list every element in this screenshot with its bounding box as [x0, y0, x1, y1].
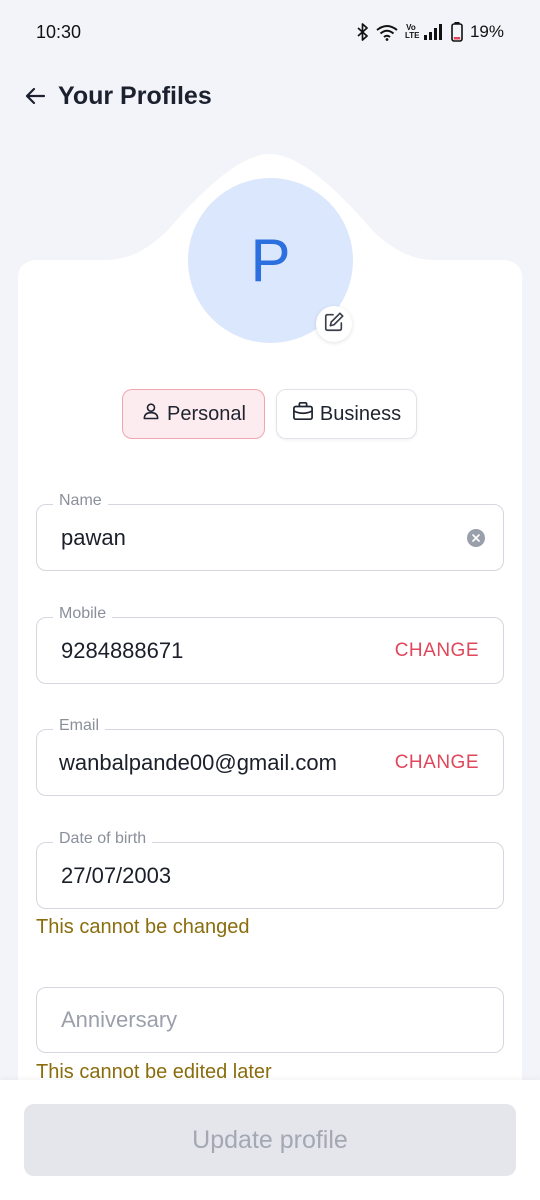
clear-icon[interactable]: [467, 528, 485, 547]
tab-personal-label: Personal: [167, 402, 246, 425]
page-title: Your Profiles: [58, 81, 212, 110]
anniversary-placeholder: Anniversary: [61, 1007, 178, 1032]
profile-type-tabs: Personal Business: [0, 389, 540, 439]
tab-business-label: Business: [319, 402, 402, 425]
status-icons: Vo LTE 19%: [357, 22, 504, 42]
email-label: Email: [53, 717, 106, 735]
header: Your Profiles: [0, 72, 540, 120]
bottom-bar: Update profile: [0, 1080, 540, 1200]
mobile-label: Mobile: [53, 605, 113, 623]
status-time: 10:30: [36, 21, 82, 42]
mobile-value: 9284888671: [61, 637, 184, 663]
signal-icon: [423, 24, 444, 40]
volte-icon: Vo LTE: [404, 23, 420, 40]
dob-helper-text: This cannot be changed: [36, 916, 250, 938]
dob-field: Date of birth 27/07/2003: [36, 830, 504, 909]
bluetooth-icon: [357, 23, 369, 41]
user-icon: [141, 401, 161, 427]
name-field[interactable]: Name pawan: [36, 492, 504, 571]
tab-personal[interactable]: Personal: [122, 389, 265, 439]
avatar-letter: P: [250, 227, 291, 294]
dob-value: 27/07/2003: [61, 862, 172, 888]
battery-icon: [451, 22, 463, 42]
battery-percent: 19%: [469, 22, 504, 41]
update-profile-button[interactable]: Update profile: [24, 1104, 516, 1176]
name-value: pawan: [61, 524, 126, 550]
wifi-icon: [376, 24, 398, 41]
status-bar: 10:30 Vo LTE 19%: [0, 0, 540, 64]
email-value: wanbalpande00@gmail.com: [59, 749, 337, 775]
edit-icon: [323, 311, 345, 338]
anniversary-field[interactable]: Anniversary: [36, 987, 504, 1053]
email-field[interactable]: Email wanbalpande00@gmail.com CHANGE: [36, 717, 504, 796]
dob-label: Date of birth: [53, 830, 153, 848]
avatar-edit-button[interactable]: [316, 306, 352, 342]
arrow-left-icon[interactable]: [20, 81, 50, 111]
briefcase-icon: [292, 401, 314, 427]
change-mobile-button[interactable]: CHANGE: [395, 640, 479, 662]
mobile-field[interactable]: Mobile 9284888671 CHANGE: [36, 605, 504, 684]
name-label: Name: [53, 492, 108, 510]
change-email-button[interactable]: CHANGE: [395, 752, 479, 774]
tab-business[interactable]: Business: [276, 389, 417, 439]
